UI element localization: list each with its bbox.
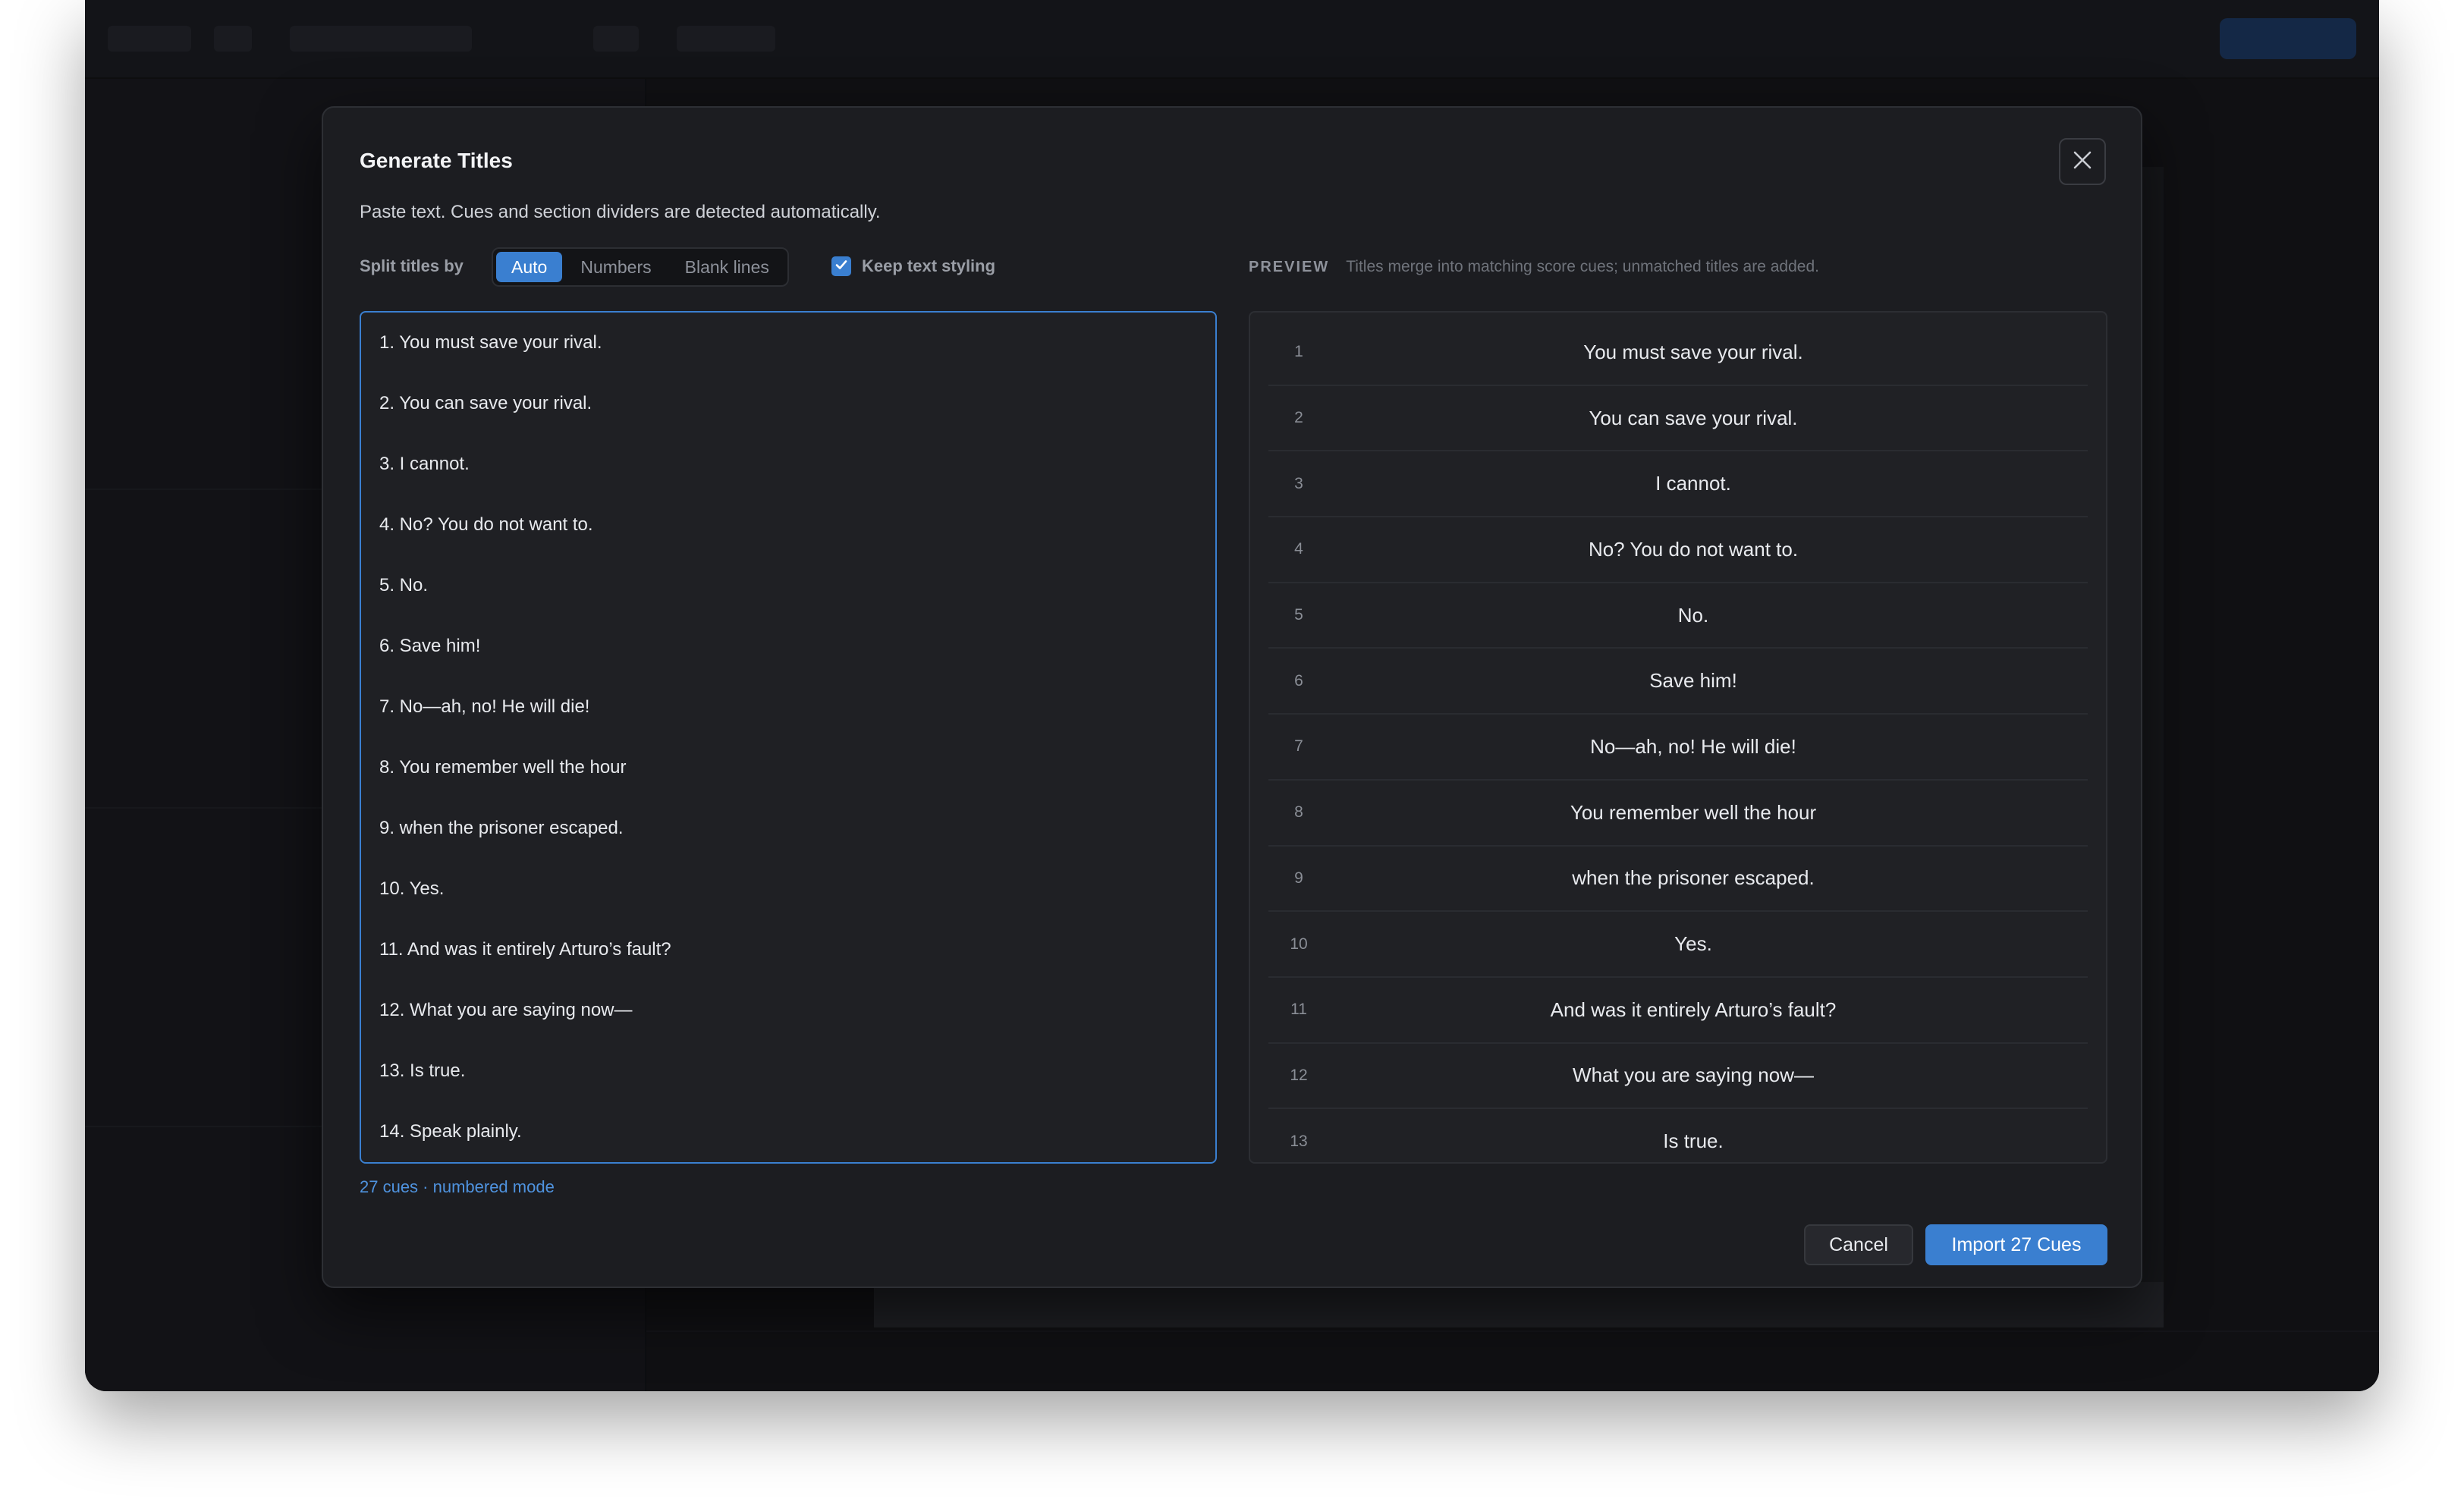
cancel-button[interactable]: Cancel: [1804, 1224, 1913, 1265]
preview-row-number: 4: [1294, 540, 1303, 558]
preview-row-text: No.: [1677, 603, 1709, 627]
editor-line: 12. What you are saying now—: [379, 1000, 633, 1020]
editor-line: 3. I cannot.: [379, 454, 470, 474]
preview-row-number: 10: [1290, 935, 1308, 953]
editor-line: 11. And was it entirely Arturo’s fault?: [379, 939, 671, 960]
keep-styling-checkbox[interactable]: [831, 256, 851, 276]
preview-row-number: 2: [1294, 409, 1303, 427]
preview-row: 6 Save him!: [1268, 649, 2088, 715]
preview-row: 3 I cannot.: [1268, 451, 2088, 518]
preview-hint: Titles merge into matching score cues; u…: [1346, 258, 1819, 275]
preview-row-text: I cannot.: [1655, 472, 1731, 495]
preview-row-text: Is true.: [1663, 1130, 1724, 1153]
preview-row: 12 What you are saying now—: [1268, 1044, 2088, 1110]
split-option-blank-lines[interactable]: Blank lines: [670, 252, 784, 282]
editor-line: 7. No—ah, no! He will die!: [379, 696, 590, 717]
preview-row-text: What you are saying now—: [1573, 1064, 1814, 1087]
preview-row-text: No? You do not want to.: [1588, 537, 1799, 561]
preview-row-number: 8: [1294, 803, 1303, 822]
editor-line: 4. No? You do not want to.: [379, 514, 593, 535]
checkmark-icon: [834, 257, 849, 276]
split-option-numbers[interactable]: Numbers: [565, 252, 666, 282]
preview-row-text: Save him!: [1649, 669, 1737, 693]
preview-row: 13 Is true.: [1268, 1109, 2088, 1162]
close-icon: [2072, 149, 2093, 174]
preview-row-number: 5: [1294, 606, 1303, 624]
preview-row: 1 You must save your rival.: [1268, 320, 2088, 386]
preview-row: 8 You remember well the hour: [1268, 781, 2088, 847]
split-option-auto[interactable]: Auto: [496, 252, 563, 282]
preview-row-number: 6: [1294, 671, 1303, 690]
preview-row: 5 No.: [1268, 583, 2088, 649]
preview-row-text: You remember well the hour: [1570, 800, 1817, 824]
titles-text-input[interactable]: 1. You must save your rival. 2. You can …: [360, 311, 1217, 1164]
editor-line: 9. when the prisoner escaped.: [379, 818, 624, 838]
keep-styling-label: Keep text styling: [862, 256, 996, 275]
generate-titles-dialog: Generate Titles Paste text. Cues and sec…: [322, 106, 2142, 1288]
editor-line: 2. You can save your rival.: [379, 393, 592, 413]
preview-row-number: 7: [1294, 737, 1303, 756]
editor-line: 5. No.: [379, 575, 429, 595]
preview-row-number: 13: [1290, 1132, 1308, 1150]
editor-line: 13. Is true.: [379, 1060, 466, 1081]
dialog-description: Paste text. Cues and section dividers ar…: [360, 202, 881, 222]
editor-line: 1. You must save your rival.: [379, 332, 602, 353]
preview-row-text: And was it entirely Arturo’s fault?: [1550, 998, 1837, 1021]
preview-title: PREVIEW: [1249, 258, 1330, 275]
preview-list[interactable]: 1 You must save your rival. 2 You can sa…: [1249, 311, 2107, 1164]
preview-row-text: You must save your rival.: [1583, 340, 1803, 363]
preview-row: 7 No—ah, no! He will die!: [1268, 715, 2088, 781]
preview-header: PREVIEW Titles merge into matching score…: [1249, 258, 1819, 276]
preview-row-number: 11: [1290, 1001, 1307, 1019]
editor-line: 10. Yes.: [379, 878, 445, 899]
cue-count-status: 27 cues · numbered mode: [360, 1177, 555, 1196]
preview-row-text: You can save your rival.: [1589, 406, 1798, 429]
preview-row: 11 And was it entirely Arturo’s fault?: [1268, 978, 2088, 1044]
preview-row-number: 3: [1294, 474, 1303, 492]
preview-row: 4 No? You do not want to.: [1268, 517, 2088, 583]
editor-line: 6. Save him!: [379, 636, 481, 656]
preview-row: 10 Yes.: [1268, 912, 2088, 978]
preview-row-text: Yes.: [1674, 932, 1712, 956]
preview-row-number: 9: [1294, 869, 1303, 887]
preview-row: 9 when the prisoner escaped.: [1268, 847, 2088, 913]
preview-row-text: No—ah, no! He will die!: [1590, 734, 1796, 758]
preview-row: 2 You can save your rival.: [1268, 386, 2088, 452]
dialog-title: Generate Titles: [360, 149, 513, 172]
keep-styling-toggle[interactable]: Keep text styling: [831, 256, 995, 276]
import-cues-button[interactable]: Import 27 Cues: [1925, 1224, 2107, 1265]
split-titles-label: Split titles by: [360, 256, 464, 275]
editor-line: 8. You remember well the hour: [379, 757, 627, 778]
editor-line: 14. Speak plainly.: [379, 1121, 522, 1142]
preview-row-number: 1: [1294, 343, 1303, 361]
preview-row-number: 12: [1290, 1066, 1308, 1084]
preview-row-text: when the prisoner escaped.: [1572, 866, 1815, 890]
split-mode-selector: Auto Numbers Blank lines: [492, 247, 789, 287]
close-button[interactable]: [2059, 138, 2106, 185]
